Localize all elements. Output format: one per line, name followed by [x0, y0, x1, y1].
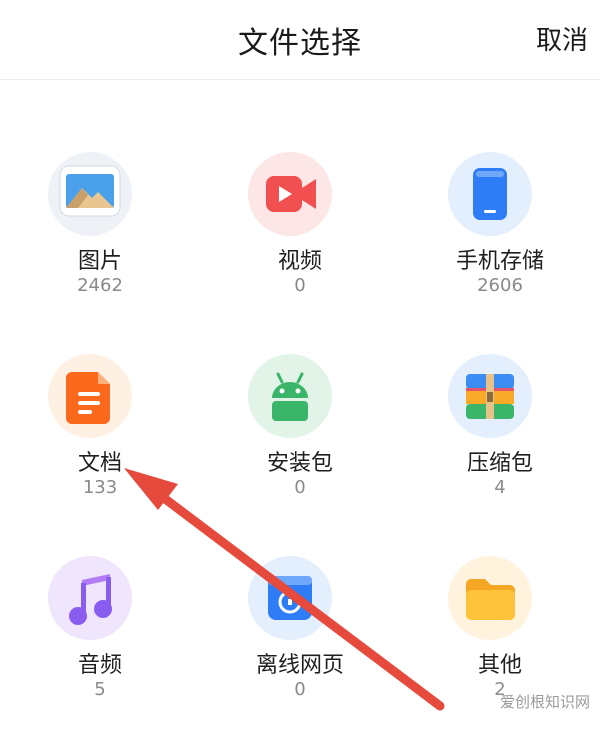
offline-webpage-icon — [248, 556, 332, 640]
watermark-text: 爱创根知识网 — [499, 693, 590, 711]
category-images[interactable]: 图片 2462 — [0, 148, 200, 348]
category-count: 133 — [82, 477, 118, 498]
category-count: 0 — [294, 679, 306, 700]
header-bar: 文件选择 取消 — [0, 0, 600, 80]
category-other[interactable]: 其他 2 — [400, 552, 600, 752]
category-install-packages[interactable]: 安装包 0 — [200, 350, 400, 550]
category-archives[interactable]: 压缩包 4 — [400, 350, 600, 550]
category-label: 压缩包 — [466, 451, 533, 476]
category-label: 音频 — [77, 653, 122, 678]
category-count: 2462 — [77, 275, 123, 296]
category-count: 0 — [294, 275, 306, 296]
music-icon — [48, 556, 132, 640]
category-label: 安装包 — [266, 451, 333, 476]
phone-storage-icon — [448, 152, 532, 236]
category-label: 视频 — [277, 249, 322, 274]
category-label: 离线网页 — [255, 653, 344, 678]
folder-icon — [448, 556, 532, 640]
category-count: 0 — [294, 477, 306, 498]
category-audio[interactable]: 音频 5 — [0, 552, 200, 752]
category-documents[interactable]: 文档 133 — [0, 350, 200, 550]
image-icon — [48, 152, 132, 236]
archive-icon — [448, 354, 532, 438]
category-label: 其他 — [477, 653, 522, 678]
category-count: 2606 — [477, 275, 523, 296]
android-package-icon — [248, 354, 332, 438]
category-phone-storage[interactable]: 手机存储 2606 — [400, 148, 600, 348]
document-icon — [48, 354, 132, 438]
video-icon — [248, 152, 332, 236]
category-count: 5 — [94, 679, 106, 700]
category-label: 图片 — [77, 249, 122, 274]
page-title: 文件选择 — [238, 26, 362, 61]
category-label: 手机存储 — [455, 249, 544, 274]
category-videos[interactable]: 视频 0 — [200, 148, 400, 348]
cancel-button[interactable]: 取消 — [536, 20, 588, 57]
category-offline-webpages[interactable]: 离线网页 0 — [200, 552, 400, 752]
file-category-grid: 图片 2462 视频 0 手机存储 2606 文档 133 安装包 0 压缩包 … — [0, 80, 600, 720]
category-label: 文档 — [77, 451, 122, 476]
category-count: 4 — [494, 477, 506, 498]
